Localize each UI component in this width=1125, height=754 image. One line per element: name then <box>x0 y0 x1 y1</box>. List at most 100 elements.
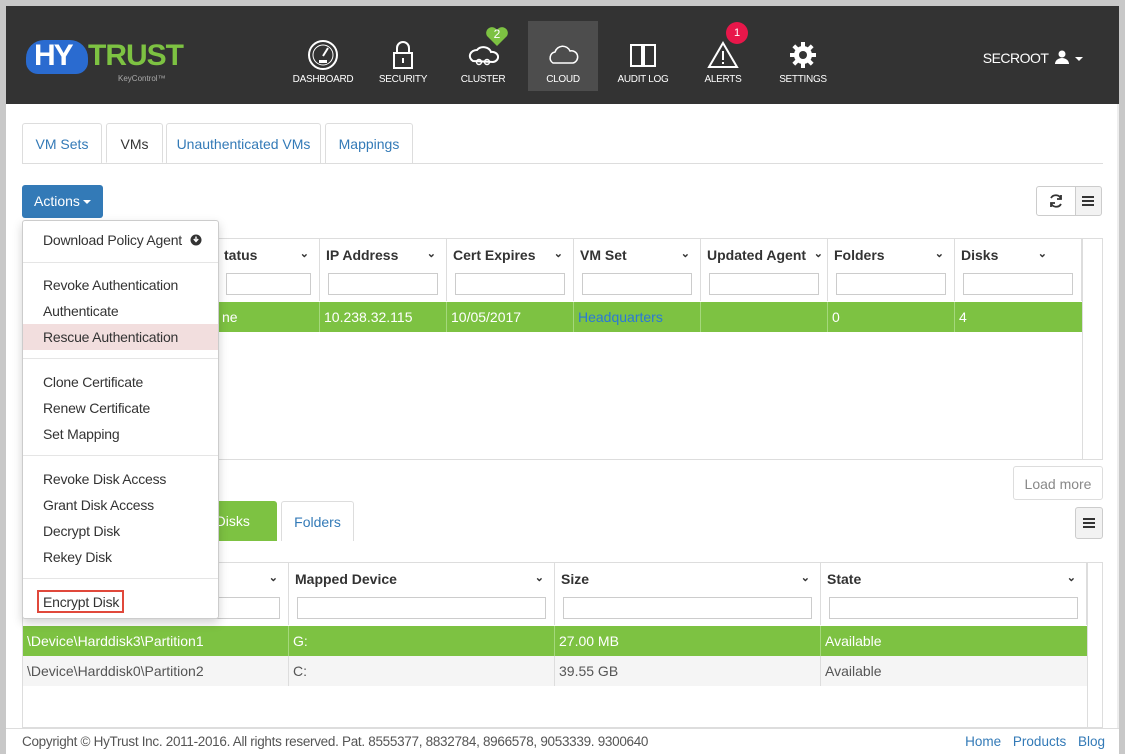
tab-divider <box>22 163 1103 164</box>
cell-size: 27.00 MB <box>555 626 821 656</box>
ip-filter-input[interactable] <box>328 273 438 295</box>
col-agent-label: Updated Agent <box>707 247 807 263</box>
page-scrollbar[interactable] <box>1117 104 1119 728</box>
col-updated-agent[interactable]: Updated Agent ⌄ <box>701 239 828 301</box>
vm-set-link[interactable]: Headquarters <box>574 302 701 332</box>
cell-size: 39.55 GB <box>555 656 821 686</box>
chevron-down-icon: ⌄ <box>680 248 690 260</box>
col-folders[interactable]: Folders ⌄ <box>828 239 955 301</box>
nav-cluster[interactable]: 2 CLUSTER <box>448 21 518 91</box>
nav-dashboard[interactable]: DASHBOARD <box>288 21 358 91</box>
col-cert-label: Cert Expires <box>453 247 536 263</box>
menu-renew-certificate[interactable]: Renew Certificate <box>23 395 218 421</box>
col-vm-set[interactable]: VM Set ⌄ <box>574 239 701 301</box>
menu-download-label: Download Policy Agent <box>43 232 182 248</box>
col-cert-expires[interactable]: Cert Expires ⌄ <box>447 239 574 301</box>
download-icon <box>190 234 202 246</box>
chevron-down-icon: ⌄ <box>813 248 823 260</box>
menu-set-mapping[interactable]: Set Mapping <box>23 421 218 447</box>
menu-revoke-disk-access[interactable]: Revoke Disk Access <box>23 466 218 492</box>
col-disks[interactable]: Disks ⌄ <box>955 239 1082 301</box>
col-size[interactable]: Size ⌄ <box>555 563 821 625</box>
nav-security[interactable]: SECURITY <box>368 21 438 91</box>
actions-label: Actions <box>34 193 80 209</box>
disks-filter-input[interactable] <box>963 273 1073 295</box>
table-row[interactable]: \Device\Harddisk0\Partition2 C: 39.55 GB… <box>23 656 1087 686</box>
chevron-down-icon: ⌄ <box>534 572 544 584</box>
menu-rescue-authentication[interactable]: Rescue Authentication <box>23 324 218 350</box>
encrypt-disk-highlight-box <box>37 590 124 613</box>
footer: Copyright © HyTrust Inc. 2011-2016. All … <box>6 728 1119 754</box>
menu-rekey-disk[interactable]: Rekey Disk <box>23 544 218 570</box>
col-size-label: Size <box>561 571 590 587</box>
status-filter-input[interactable] <box>226 273 311 295</box>
cell-folders: 0 <box>828 302 955 332</box>
col-mapped-device-label: Mapped Device <box>295 571 397 587</box>
footer-links: Home Products Blog <box>957 734 1105 749</box>
nav-audit-log[interactable]: AUDIT LOG <box>608 21 678 91</box>
menu-divider <box>23 262 218 263</box>
cell-disk-path: \Device\Harddisk3\Partition1 <box>23 626 289 656</box>
user-menu[interactable]: SECROOT <box>983 50 1083 66</box>
state-filter-input[interactable] <box>829 597 1078 619</box>
chevron-down-icon: ⌄ <box>426 248 436 260</box>
nav-alerts[interactable]: 1 ALERTS <box>688 21 758 91</box>
load-more-button[interactable]: Load more <box>1013 466 1103 500</box>
menu-grant-disk-access[interactable]: Grant Disk Access <box>23 492 218 518</box>
col-ip-address[interactable]: IP Address ⌄ <box>320 239 447 301</box>
tab-mappings[interactable]: Mappings <box>325 123 413 163</box>
col-folders-label: Folders <box>834 247 885 263</box>
menu-divider <box>23 358 218 359</box>
col-vmset-label: VM Set <box>580 247 627 263</box>
refresh-button[interactable] <box>1036 186 1076 216</box>
chevron-down-icon <box>1075 57 1083 62</box>
actions-button[interactable]: Actions <box>22 185 103 218</box>
col-state[interactable]: State ⌄ <box>821 563 1087 625</box>
menu-authenticate[interactable]: Authenticate <box>23 298 218 324</box>
chevron-down-icon: ⌄ <box>800 572 810 584</box>
logo-hy-text: HY <box>34 39 74 72</box>
hytrust-logo[interactable]: HY TRUST KeyControl™ <box>26 39 184 85</box>
columns-button[interactable] <box>1075 186 1102 216</box>
agent-filter-input[interactable] <box>709 273 819 295</box>
menu-divider <box>23 578 218 579</box>
tab-folders[interactable]: Folders <box>281 501 354 541</box>
chevron-down-icon: ⌄ <box>934 248 944 260</box>
table-scroll-divider <box>1087 563 1088 727</box>
vmset-filter-input[interactable] <box>582 273 692 295</box>
table-row[interactable]: \Device\Harddisk3\Partition1 G: 27.00 MB… <box>23 626 1087 656</box>
nav-settings[interactable]: SETTINGS <box>768 21 838 91</box>
col-state-label: State <box>827 571 862 587</box>
footer-copyright: Copyright © HyTrust Inc. 2011-2016. All … <box>22 734 649 749</box>
menu-clone-certificate[interactable]: Clone Certificate <box>23 369 218 395</box>
actions-dropdown-menu: Download Policy Agent Revoke Authenticat… <box>22 220 219 619</box>
nav-cloud[interactable]: CLOUD <box>528 21 598 91</box>
menu-decrypt-disk[interactable]: Decrypt Disk <box>23 518 218 544</box>
logo-trust-text: TRUST <box>88 39 184 72</box>
menu-divider <box>23 455 218 456</box>
book-icon <box>630 44 656 67</box>
tab-unauthenticated-vms[interactable]: Unauthenticated VMs <box>166 123 321 163</box>
cell-ip: 10.238.32.115 <box>320 302 447 332</box>
nav-security-label: SECURITY <box>378 74 428 85</box>
columns-button-2[interactable] <box>1075 507 1103 539</box>
col-ip-label: IP Address <box>326 247 399 263</box>
nav-cluster-label: CLUSTER <box>460 74 506 85</box>
col-disks-label: Disks <box>961 247 999 263</box>
menu-download-policy-agent[interactable]: Download Policy Agent <box>23 227 218 253</box>
tab-vm-sets[interactable]: VM Sets <box>22 123 102 163</box>
footer-link-products[interactable]: Products <box>1013 734 1066 749</box>
col-status[interactable]: tatus ⌄ <box>218 239 320 301</box>
size-filter-input[interactable] <box>563 597 812 619</box>
cell-status: ne <box>218 302 320 332</box>
menu-revoke-authentication[interactable]: Revoke Authentication <box>23 272 218 298</box>
footer-link-home[interactable]: Home <box>965 734 1001 749</box>
tab-vms[interactable]: VMs <box>106 123 163 163</box>
folders-filter-input[interactable] <box>836 273 946 295</box>
cert-filter-input[interactable] <box>455 273 565 295</box>
gear-icon <box>790 42 816 68</box>
footer-link-blog[interactable]: Blog <box>1078 734 1105 749</box>
nav-cloud-label: CLOUD <box>546 74 580 85</box>
device-filter-input[interactable] <box>297 597 546 619</box>
col-mapped-device[interactable]: Mapped Device ⌄ <box>289 563 555 625</box>
